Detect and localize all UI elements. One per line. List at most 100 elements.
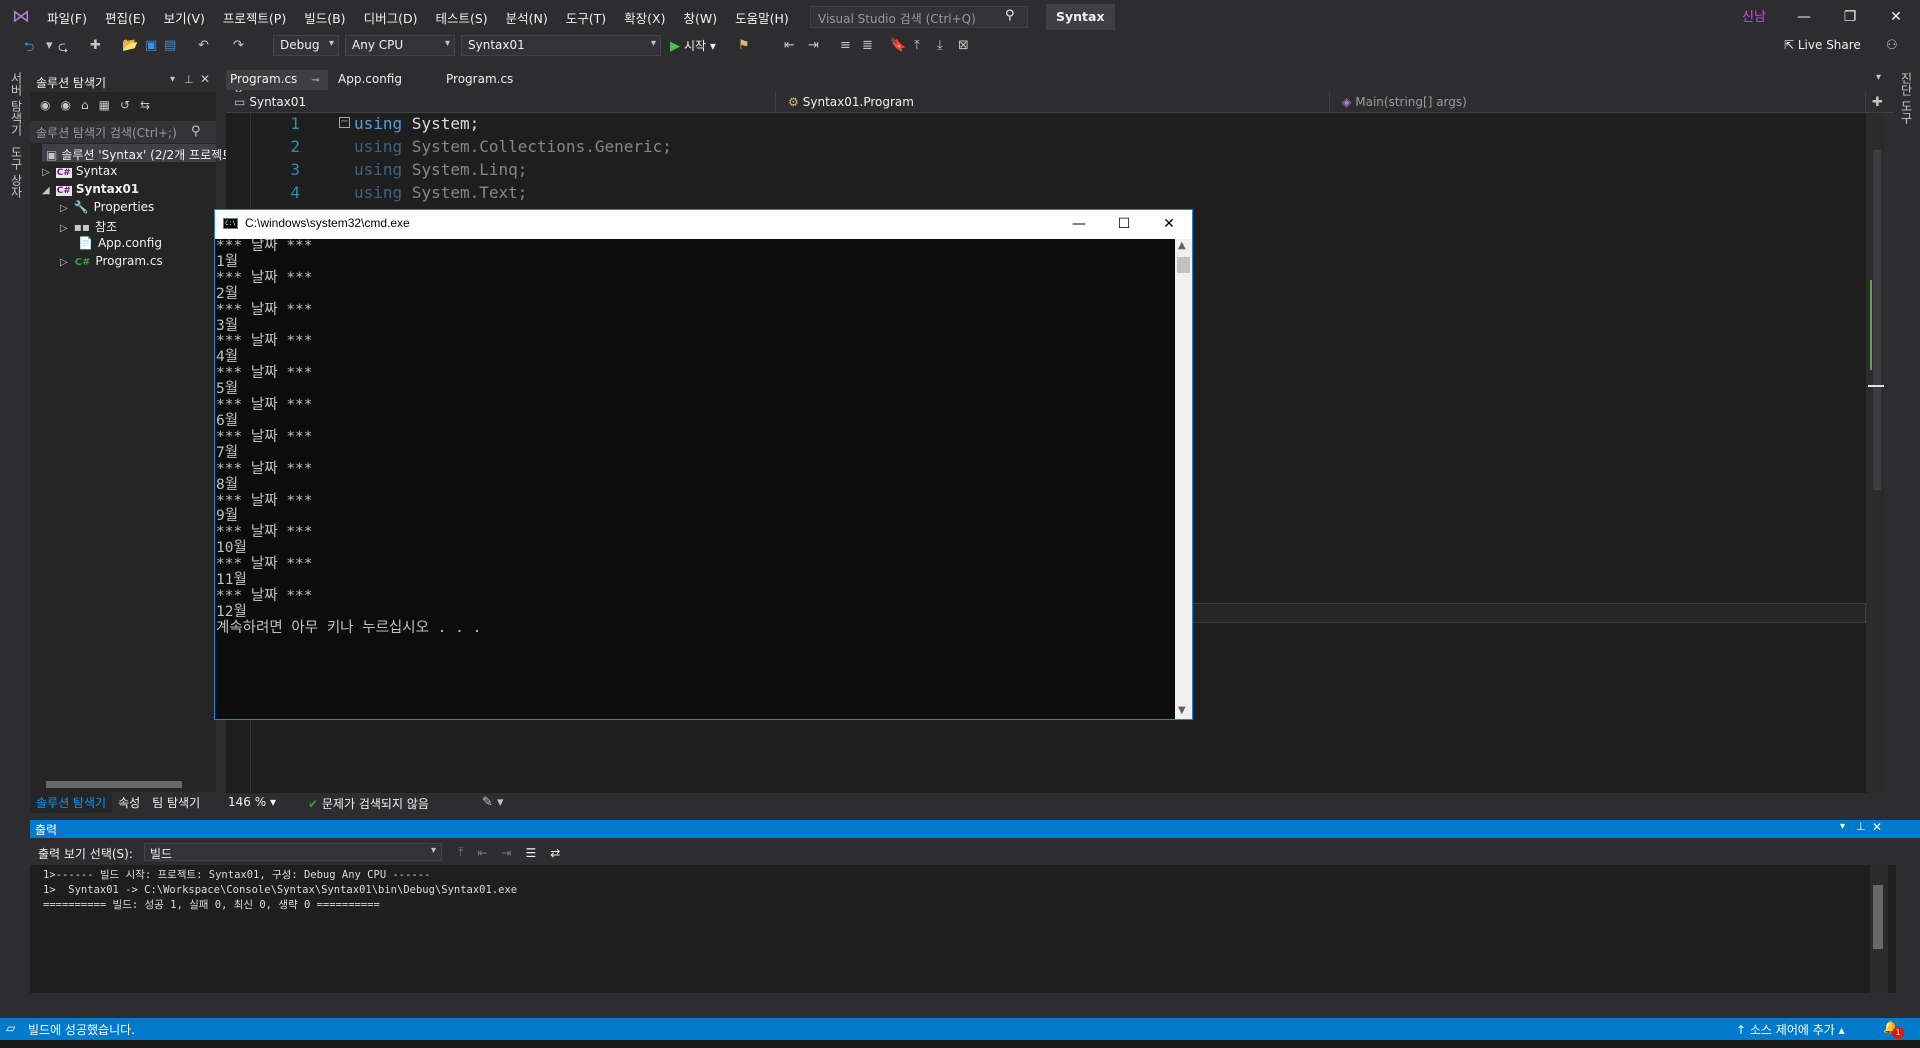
menu-help[interactable]: 도움말(H) [726,8,798,27]
comment-icon[interactable]: ≡ [840,38,851,53]
tab-overflow-icon[interactable]: ▾ [1876,72,1881,83]
startup-project-select[interactable]: Syntax01 [461,35,661,56]
tree-item-program-cs[interactable]: ▷ C# Program.cs [60,254,163,268]
expand-arrow-icon[interactable]: ▷ [60,223,68,234]
close-panel-icon[interactable]: ✕ [1872,820,1882,834]
menu-tools[interactable]: 도구(T) [557,8,615,27]
undo-icon[interactable]: ↶ [198,38,209,53]
minimize-button[interactable]: — [1781,4,1827,30]
menu-build[interactable]: 빌드(B) [295,8,354,27]
live-share-button[interactable]: ⇱ Live Share [1784,38,1861,52]
output-source-select[interactable]: 빌드 ▾ [144,843,442,861]
next-bookmark-icon[interactable]: ⤓ [937,38,943,53]
forward-icon[interactable]: ◉ [60,98,70,112]
menu-test[interactable]: 테스트(S) [426,8,496,27]
split-editor-icon[interactable]: ✚ [1872,95,1883,110]
window-position-icon[interactable]: ▾ [170,74,175,85]
solution-config-select[interactable]: Debug [273,35,339,56]
save-icon[interactable]: ▣ [145,38,157,53]
browser-link-icon[interactable]: ⚑ [738,38,750,53]
expand-arrow-icon[interactable]: ▷ [60,257,68,268]
solution-search-input[interactable]: 솔루션 탐색기 검색(Ctrl+;) [30,121,216,143]
scrollbar-thumb[interactable] [1873,885,1883,949]
tab-program-cs[interactable]: Program.cs ⊸ ✕ [226,70,328,100]
console-output[interactable]: *** 날짜 *** 1월 *** 날짜 *** 2월 *** 날짜 *** 3월 *** … [216,239,1174,717]
console-close-button[interactable]: ✕ [1146,211,1192,238]
prev-bookmark-icon[interactable]: ⤒ [914,38,920,53]
console-vertical-scrollbar[interactable] [1175,239,1192,719]
step-icon[interactable]: ⇤ [784,38,795,53]
word-wrap-icon[interactable]: ⇄ [550,846,560,860]
pin-icon[interactable]: ⊥ [1856,820,1866,833]
tree-item-solution[interactable]: ▣ 솔루션 'Syntax' (2/2개 프로젝트) [42,144,238,162]
next-message-icon[interactable]: ⇥ [501,846,511,860]
pin-icon[interactable]: ⊥ [184,73,194,86]
close-panel-icon[interactable]: ✕ [200,72,210,86]
menu-analyze[interactable]: 분석(N) [497,8,557,27]
start-debugging-button[interactable]: ▶ 시작 ▾ [670,37,716,54]
source-control-button[interactable]: ↑ 소스 제어에 추가 ▴ [1736,1021,1845,1038]
find-message-icon[interactable]: ⤒ [458,845,463,860]
code-line[interactable]: using System; [354,114,479,133]
tree-item-app-config[interactable]: 📄 App.config [78,236,162,250]
toolbox-tab[interactable]: 도구 상자 [8,146,25,198]
scroll-down-icon[interactable]: ▼ [1178,705,1186,716]
scrollbar-thumb[interactable] [46,781,182,788]
open-folder-icon[interactable]: 📂 [122,38,138,53]
nav-member-select[interactable]: ◈ Main(string[] args) [1336,92,1866,113]
code-cleanup-icon[interactable]: ✎ ▾ [482,795,504,810]
expand-arrow-icon[interactable]: ▷ [60,203,68,214]
pin-icon[interactable]: ⊸ [311,75,319,86]
home-icon[interactable]: ⌂ [81,98,89,112]
restore-button[interactable]: ❐ [1827,4,1873,30]
tree-item-references[interactable]: ▷ ▪▪ 참조 [60,218,117,235]
console-minimize-button[interactable]: — [1056,211,1102,238]
nav-type-select[interactable]: ⚙ Syntax01.Program [782,92,1330,113]
redo-icon[interactable]: ↷ [233,38,244,53]
tree-item-properties[interactable]: ▷ 🔧 Properties [60,200,154,214]
issues-indicator[interactable]: ✔ 문제가 검색되지 않음 [308,795,429,812]
dropdown-icon[interactable]: ▾ [46,38,53,53]
tab-app-config[interactable]: App.config [334,70,406,90]
tab-properties[interactable]: 속성 [112,792,146,813]
nav-project-select[interactable]: ▭ Syntax01 [228,92,776,113]
zoom-select[interactable]: 146 % ▾ [228,795,276,809]
platform-select[interactable]: Any CPU [345,35,455,56]
sync-icon[interactable]: ⇆ [140,98,150,112]
prev-message-icon[interactable]: ⇤ [477,846,487,860]
vs-search-input[interactable]: Visual Studio 검색 (Ctrl+Q) [810,6,1028,28]
scroll-up-icon[interactable]: ▲ [1178,240,1186,251]
bookmark-icon[interactable]: 🔖 [890,38,906,53]
expand-arrow-icon[interactable]: ▷ [42,167,50,178]
scrollbar-thumb[interactable] [1873,150,1881,490]
new-project-icon[interactable]: ✚ [90,38,101,53]
console-maximize-button[interactable]: ☐ [1101,211,1147,238]
menu-project[interactable]: 프로젝트(P) [214,8,295,27]
diagnostic-tools-tab[interactable]: 진단 도구 [1898,72,1915,124]
tree-item-project-syntax01[interactable]: ◢ C# Syntax01 [42,182,139,196]
close-button[interactable]: ✕ [1873,4,1919,30]
menu-file[interactable]: 파일(F) [38,8,96,27]
server-explorer-tab[interactable]: 서버 탐색기 [8,72,25,136]
collapse-region-icon[interactable]: − [339,117,350,128]
collapse-arrow-icon[interactable]: ◢ [42,185,50,196]
tab-solution-explorer[interactable]: 솔루션 탐색기 [30,791,113,813]
code-line[interactable]: using System.Linq; [354,160,527,179]
forward-icon[interactable]: ⮎ [58,38,68,60]
tab-program-cs-2[interactable]: Program.cs [442,70,517,90]
output-text[interactable]: 1>------ 빌드 시작: 프로젝트: Syntax01, 구성: Debu… [43,868,517,913]
code-line[interactable]: using System.Collections.Generic; [354,137,672,156]
uncomment-icon[interactable]: ≣ [862,38,873,53]
back-icon[interactable]: ◉ [40,98,50,112]
menu-extensions[interactable]: 확장(X) [615,8,674,27]
clear-all-icon[interactable]: ☰ [525,846,536,860]
tab-team-explorer[interactable]: 팀 탐색기 [146,792,206,813]
search-icon[interactable]: ⚲ [191,124,201,139]
menu-debug[interactable]: 디버그(D) [355,8,427,27]
switch-views-icon[interactable]: ▦ [99,98,110,112]
menu-edit[interactable]: 편집(E) [96,8,155,27]
save-all-icon[interactable]: ▤ [164,38,176,53]
user-account[interactable]: 신남 [1742,6,1766,25]
code-line[interactable]: using System.Text; [354,183,527,202]
clear-bookmarks-icon[interactable]: ⊠ [958,38,969,53]
